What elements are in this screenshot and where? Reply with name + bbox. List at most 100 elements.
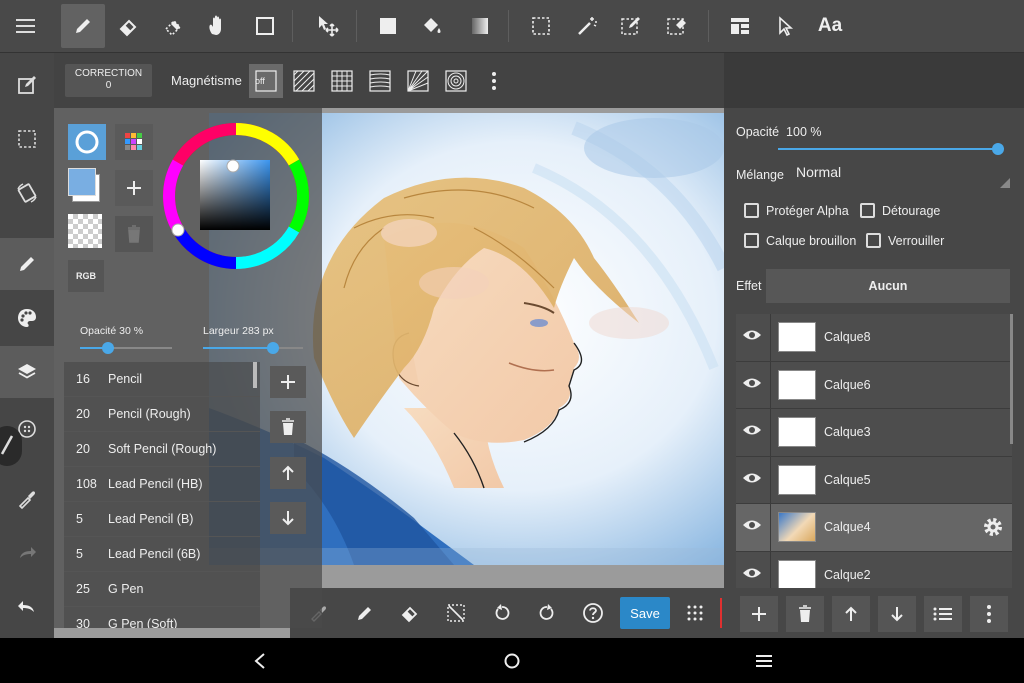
selection-icon[interactable] [0,113,54,165]
eye-icon[interactable] [742,328,762,342]
delete-brush-icon[interactable] [270,411,306,443]
blur-tool-icon[interactable] [151,4,195,48]
new-canvas-icon[interactable] [0,59,54,111]
brush-size: 20 [76,442,90,456]
redo-arrow-icon[interactable] [530,596,564,630]
draft-layer-checkbox[interactable] [744,233,759,248]
eraser-tool-icon[interactable] [106,4,150,48]
back-icon[interactable] [247,648,273,674]
layer-item[interactable]: Calque5 [736,456,1012,504]
brush-panel-icon[interactable] [0,238,54,290]
color-palette-tab-icon[interactable] [115,124,153,160]
layer-item[interactable]: Calque2 [736,551,1012,588]
move-brush-down-icon[interactable] [270,502,306,534]
primary-color-swatch[interactable] [68,168,96,196]
home-icon[interactable] [499,648,525,674]
move-brush-up-icon[interactable] [270,457,306,489]
eye-icon[interactable] [742,471,762,485]
brush-item[interactable]: 25 G Pen [64,572,260,607]
layer-item[interactable]: Calque3 [736,409,1012,457]
snap-parallel-icon[interactable] [287,64,321,98]
undo-icon[interactable] [0,581,54,633]
fill-rectangle-icon[interactable] [366,4,410,48]
eye-icon[interactable] [742,566,762,580]
select-rectangle-icon[interactable] [519,4,563,48]
layer-more-icon[interactable] [970,596,1008,632]
layer-opacity-knob[interactable] [992,143,1004,155]
menu-icon[interactable] [4,4,48,48]
brush-item[interactable]: 108 Lead Pencil (HB) [64,467,260,502]
select-eraser-icon[interactable] [655,4,699,48]
rectangle-tool-icon[interactable] [243,4,287,48]
help-icon[interactable] [576,596,610,630]
snap-more-icon[interactable] [477,64,511,98]
add-layer-icon[interactable] [740,596,778,632]
layer-list-scrollbar[interactable] [1010,314,1013,444]
pen-tool-icon[interactable] [61,4,105,48]
eye-icon[interactable] [742,518,762,532]
eyedropper-icon[interactable] [0,473,54,525]
eye-icon[interactable] [742,423,762,437]
brush-item[interactable]: 5 Lead Pencil (6B) [64,537,260,572]
brush-item[interactable]: 5 Lead Pencil (B) [64,502,260,537]
brush-item[interactable]: 30 G Pen (Soft) [64,607,260,628]
text-tool-icon[interactable]: Aa [808,4,852,48]
layer-item[interactable]: Calque8 [736,314,1012,362]
add-brush-icon[interactable] [270,366,306,398]
blend-mode-select[interactable]: Normal [796,164,1010,188]
delete-color-icon[interactable] [115,216,153,252]
brush-width-knob[interactable] [267,342,279,354]
quick-eraser-icon[interactable] [393,596,427,630]
brush-list: 16 Pencil 20 Pencil (Rough) 20 Soft Pencil (R… [64,362,260,628]
quick-pen-icon[interactable] [348,596,382,630]
snap-grid-icon[interactable] [325,64,359,98]
gear-icon[interactable] [982,516,1004,538]
gradient-tool-icon[interactable] [458,4,502,48]
move-layer-up-icon[interactable] [832,596,870,632]
grid-menu-icon[interactable] [678,596,712,630]
brush-list-scrollbar[interactable] [253,362,257,388]
brush-item[interactable]: 16 Pencil [64,362,260,397]
delete-layer-icon[interactable] [786,596,824,632]
rotate-canvas-icon[interactable] [0,167,54,219]
recents-icon[interactable] [751,648,777,674]
clipping-checkbox[interactable] [860,203,875,218]
snap-concentric-icon[interactable] [439,64,473,98]
redo-icon[interactable] [0,527,54,579]
add-color-icon[interactable] [115,170,153,206]
brush-size: 5 [76,547,83,561]
bucket-fill-icon[interactable] [410,4,454,48]
move-layer-down-icon[interactable] [878,596,916,632]
layer-menu-list-icon[interactable] [924,596,962,632]
select-pen-icon[interactable] [609,4,653,48]
brush-item[interactable]: 20 Soft Pencil (Rough) [64,432,260,467]
brush-item[interactable]: 20 Pencil (Rough) [64,397,260,432]
protect-alpha-checkbox[interactable] [744,203,759,218]
save-button[interactable]: Save [620,597,670,629]
layers-icon[interactable] [0,346,54,398]
snap-perspective-icon[interactable] [401,64,435,98]
palette-icon[interactable] [0,292,54,344]
frame-divider-icon[interactable] [718,4,762,48]
snap-horizontal-icon[interactable] [363,64,397,98]
layer-item[interactable]: Calque4 [736,504,1012,552]
move-tool-icon[interactable] [305,4,349,48]
layer-opacity-slider[interactable] [778,148,998,150]
lock-checkbox[interactable] [866,233,881,248]
hand-tool-icon[interactable] [195,4,239,48]
color-wheel-tab-icon[interactable] [68,124,106,160]
eye-icon[interactable] [742,376,762,390]
effect-button[interactable]: Aucun [766,269,1010,303]
color-wheel[interactable] [160,120,312,272]
ruler-icon[interactable] [0,426,22,466]
correction-button[interactable]: CORRECTION 0 [65,64,152,97]
undo-arrow-icon[interactable] [485,596,519,630]
snap-off-button[interactable]: off [249,64,283,98]
color-mode-button[interactable]: RGB [68,260,104,292]
magic-wand-icon[interactable] [565,4,609,48]
transparent-color-swatch[interactable] [68,214,102,248]
clear-selection-icon[interactable] [439,596,473,630]
brush-opacity-knob[interactable] [101,342,114,354]
layer-item[interactable]: Calque6 [736,361,1012,409]
cursor-operation-icon[interactable] [763,4,807,48]
